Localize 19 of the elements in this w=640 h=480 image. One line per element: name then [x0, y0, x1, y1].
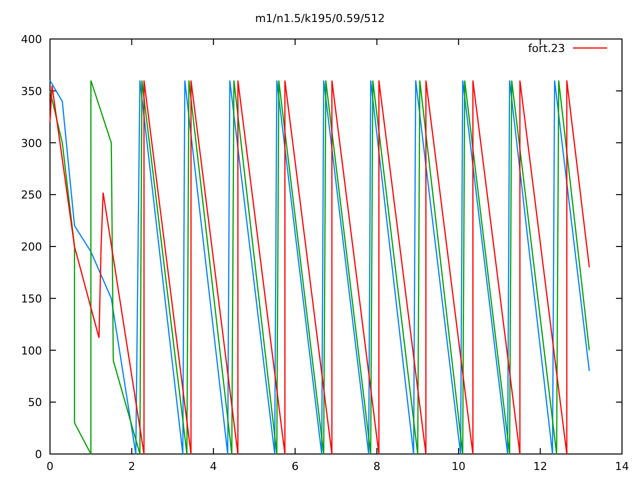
y-tick-label: 350: [21, 84, 42, 98]
x-tick-label: 12: [533, 460, 548, 473]
x-tick-label: 10: [452, 460, 466, 473]
x-tick-label: 14: [615, 460, 629, 473]
x-tick-label: 0: [46, 460, 54, 473]
y-tick-label: 100: [21, 344, 42, 358]
chart-title: m1/n1.5/k195/0.59/512: [255, 12, 385, 25]
y-tick-label: 50: [28, 396, 42, 410]
legend-label: fort.23: [528, 42, 565, 55]
y-tick-label: 250: [21, 188, 42, 202]
y-tick-label: 300: [21, 136, 42, 150]
x-tick-label: 2: [128, 460, 136, 473]
x-tick-label: 8: [373, 460, 380, 473]
y-tick-label: 0: [35, 448, 42, 461]
y-tick-label: 200: [21, 240, 42, 254]
x-tick-label: 6: [292, 460, 299, 473]
y-tick-label: 150: [21, 292, 42, 306]
x-tick-label: 4: [210, 460, 217, 473]
y-tick-label: 400: [21, 33, 42, 46]
